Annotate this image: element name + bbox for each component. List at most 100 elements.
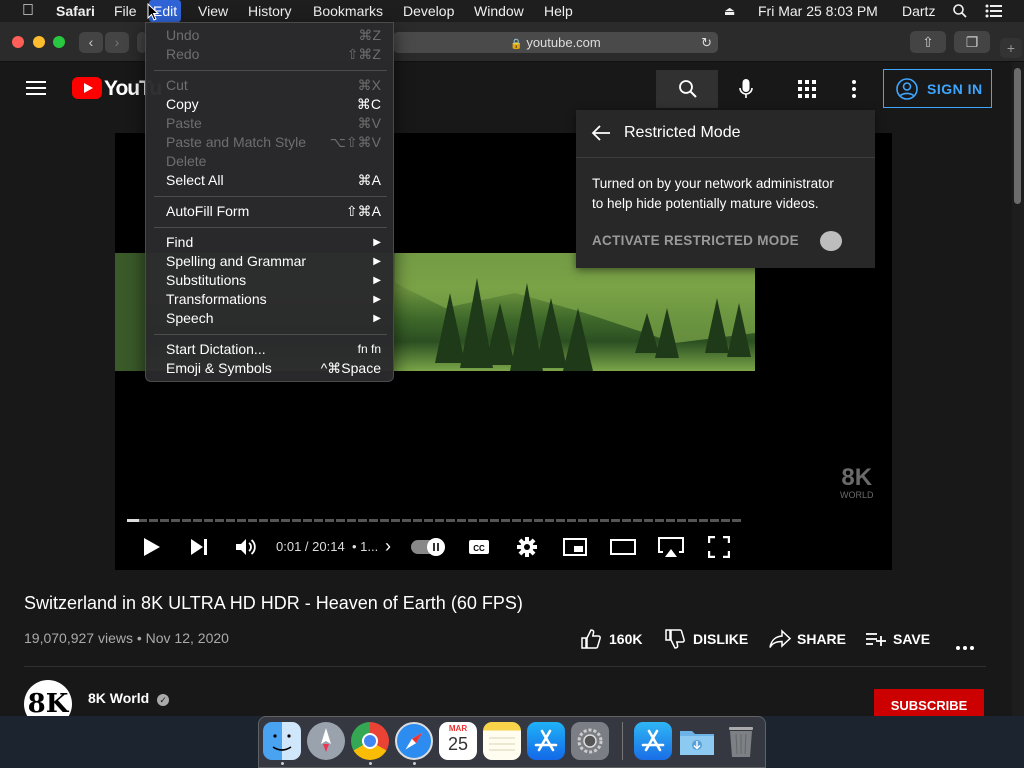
volume-icon[interactable] [235,537,257,562]
notes-icon[interactable] [483,722,521,760]
sign-in-button[interactable]: SIGN IN [883,69,992,108]
reload-icon[interactable]: ↻ [701,32,712,53]
progress-fill [127,519,140,522]
back-arrow-icon[interactable] [591,125,611,141]
autoplay-toggle[interactable] [411,538,445,556]
menu-item-substitutions[interactable]: Substitutions ▶ [146,271,393,290]
youtube-logo[interactable]: YouTu [72,77,162,104]
eject-icon[interactable]: ⏏ [722,0,737,22]
menu-item-shortcut: fn fn [357,342,381,356]
minimize-window-button[interactable] [33,36,45,48]
app-store-icon[interactable] [527,722,565,760]
menu-develop[interactable]: Develop [401,0,456,22]
tabs-overview-button[interactable]: ❐ [954,31,990,53]
downloads-folder-icon[interactable] [678,722,716,760]
share-button[interactable]: ⇧ [910,31,946,53]
trash-icon[interactable] [722,722,760,760]
menu-item-delete[interactable]: Delete [146,152,393,171]
safari-icon[interactable] [395,722,433,760]
menu-item-shortcut: ⌘X [357,77,381,93]
search-icon [679,80,697,98]
miniplayer-icon[interactable] [563,538,587,561]
menu-item-undo[interactable]: Undo ⌘Z [146,26,393,45]
chevron-right-icon[interactable]: › [385,536,391,557]
hamburger-menu-icon[interactable] [26,80,46,101]
menu-item-select-all[interactable]: Select All ⌘A [146,171,393,190]
video-title: Switzerland in 8K ULTRA HD HDR - Heaven … [24,593,523,613]
menu-item-paste[interactable]: Paste ⌘V [146,114,393,133]
menu-item-label: Undo [166,27,200,43]
calendar-icon[interactable]: MAR 25 [439,722,477,760]
airplay-icon[interactable] [657,536,685,563]
menu-item-shortcut: ⌥⇧⌘V [329,134,381,150]
menu-item-autofill-form[interactable]: AutoFill Form ⇧⌘A [146,202,393,221]
menu-app-safari[interactable]: Safari [54,0,97,22]
microphone-icon[interactable] [738,78,754,105]
submenu-arrow-icon: ▶ [373,237,381,248]
menu-item-emoji-symbols[interactable]: Emoji & Symbols ^⌘Space [146,359,393,378]
dislike-label: DISLIKE [693,631,749,647]
more-actions-icon[interactable] [956,637,974,655]
menu-item-shortcut: ⌘C [356,96,381,112]
closed-captions-icon[interactable]: CC [468,538,490,561]
theater-mode-icon[interactable] [610,539,636,560]
menu-item-speech[interactable]: Speech ▶ [146,309,393,328]
system-preferences-icon[interactable] [571,722,609,760]
menu-file[interactable]: File [112,0,139,22]
menu-item-copy[interactable]: Copy ⌘C [146,95,393,114]
next-video-icon[interactable] [190,538,208,561]
channel-name-text: 8K World [88,690,150,706]
menu-item-shortcut: ^⌘Space [320,360,381,376]
menu-item-redo[interactable]: Redo ⇧⌘Z [146,45,393,64]
menu-item-transformations[interactable]: Transformations ▶ [146,290,393,309]
sign-in-label: SIGN IN [927,81,983,97]
finder-icon[interactable] [263,722,301,760]
progress-bar[interactable] [127,519,743,522]
fullscreen-icon[interactable] [707,535,731,563]
scrollbar-thumb[interactable] [1014,68,1021,204]
mouse-cursor-icon [147,2,160,26]
menu-item-spelling-grammar[interactable]: Spelling and Grammar ▶ [146,252,393,271]
back-button[interactable]: ‹ [79,32,103,53]
forward-button[interactable]: › [105,32,129,53]
menu-history[interactable]: History [246,0,294,22]
chapter-label[interactable]: • 1... [352,539,378,554]
more-options-icon[interactable] [852,80,856,103]
menu-view[interactable]: View [196,0,230,22]
zoom-window-button[interactable] [53,36,65,48]
address-bar[interactable]: 🔒 youtube.com ↻ [393,32,718,53]
new-tab-button[interactable]: + [1000,38,1022,58]
apps-grid-icon[interactable] [798,80,816,103]
menu-bookmarks[interactable]: Bookmarks [311,0,385,22]
subscribe-button[interactable]: SUBSCRIBE [874,689,984,719]
menu-item-label: Redo [166,46,200,62]
restricted-title: Restricted Mode [624,124,741,141]
chrome-icon[interactable] [351,722,389,760]
share-icon [769,629,791,648]
clock[interactable]: Fri Mar 25 8:03 PM [756,0,880,22]
submenu-arrow-icon: ▶ [373,294,381,305]
menu-help[interactable]: Help [542,0,575,22]
menu-item-paste-match-style[interactable]: Paste and Match Style ⌥⇧⌘V [146,133,393,152]
menu-item-cut[interactable]: Cut ⌘X [146,76,393,95]
control-center-icon[interactable] [982,0,1006,22]
menu-item-label: Substitutions [166,272,247,288]
channel-name[interactable]: 8K World ✓ [88,690,170,706]
menu-item-find[interactable]: Find ▶ [146,233,393,252]
restricted-toggle-label: ACTIVATE RESTRICTED MODE [592,233,799,248]
spotlight-icon[interactable] [950,0,970,22]
watermark-big: 8K [841,464,873,491]
play-icon[interactable] [143,537,161,562]
thumbs-up-icon [581,629,601,649]
apple-icon[interactable]:  [20,0,36,22]
settings-gear-icon[interactable] [516,536,538,563]
close-window-button[interactable] [12,36,24,48]
user-name[interactable]: Dartz [900,0,937,22]
menu-window[interactable]: Window [472,0,526,22]
menu-item-start-dictation[interactable]: Start Dictation... fn fn [146,340,393,359]
autoplay-knob [427,538,445,556]
restricted-toggle[interactable] [820,231,842,251]
launchpad-icon[interactable] [307,722,345,760]
app-store-download-icon[interactable] [634,722,672,760]
search-button[interactable] [656,70,718,108]
